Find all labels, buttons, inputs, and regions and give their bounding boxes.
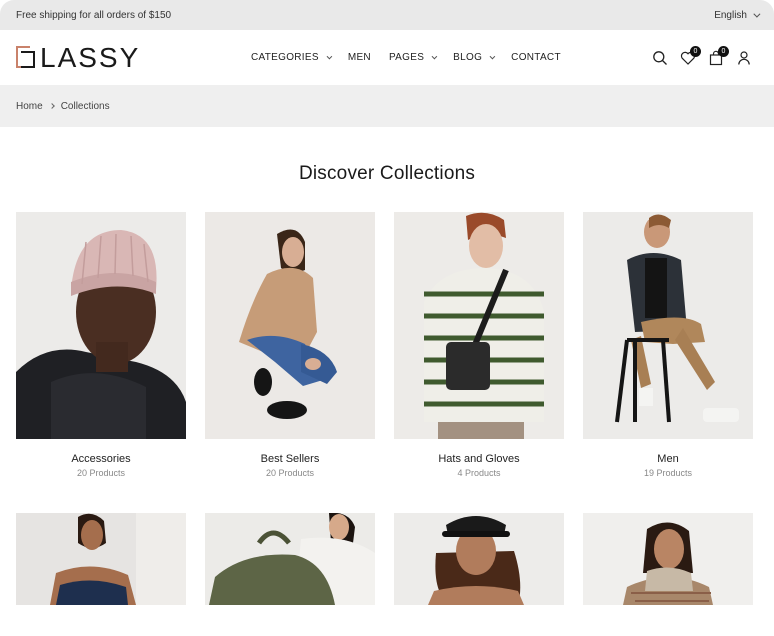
collection-name[interactable]: Men: [583, 453, 753, 465]
breadcrumb-current: Collections: [60, 100, 110, 112]
chevron-down-icon: [326, 53, 333, 59]
collection-card[interactable]: [205, 513, 375, 605]
nav-item-men[interactable]: MEN: [348, 52, 371, 63]
collection-image[interactable]: [583, 212, 753, 439]
breadcrumb: Home Collections: [0, 85, 774, 127]
collection-card[interactable]: [583, 513, 753, 605]
collection-count: 19 Products: [643, 468, 693, 478]
user-icon[interactable]: [736, 50, 752, 66]
language-selector[interactable]: English: [714, 9, 761, 21]
collection-image[interactable]: [394, 513, 564, 605]
collection-count: 4 Products: [457, 468, 501, 478]
collection-image[interactable]: [205, 513, 375, 605]
cart-count-badge: 0: [718, 45, 729, 57]
collection-card-best-sellers[interactable]: Best Sellers 20 Products: [205, 212, 375, 478]
logo[interactable]: LASSY: [16, 41, 141, 73]
logo-mark-icon: [16, 45, 38, 70]
collection-card-men[interactable]: Men 19 Products: [583, 212, 753, 478]
nav-label: BLOG: [453, 52, 483, 63]
collection-count: 20 Products: [76, 468, 126, 478]
collection-count: 20 Products: [265, 468, 315, 478]
search-icon[interactable]: [652, 50, 668, 66]
chevron-right-icon: [48, 103, 55, 109]
collection-card[interactable]: [394, 513, 564, 605]
collection-image[interactable]: [583, 513, 753, 605]
page-title: Discover Collections: [298, 163, 476, 184]
nav-label: CATEGORIES: [251, 52, 319, 63]
nav-item-categories[interactable]: CATEGORIES: [251, 52, 333, 63]
collection-card-accessories[interactable]: Accessories 20 Products: [16, 212, 186, 478]
nav-label: PAGES: [388, 52, 425, 63]
chevron-down-icon: [489, 53, 496, 59]
nav-item-blog[interactable]: BLOG: [453, 52, 496, 63]
collection-name[interactable]: Accessories: [16, 453, 186, 465]
logo-text: LASSY: [40, 41, 141, 73]
language-label: English: [714, 9, 747, 21]
main-nav: CATEGORIES MEN PAGES BLOG CONTACT: [251, 30, 561, 85]
collection-image[interactable]: [394, 212, 564, 439]
wishlist-count-badge: 0: [690, 45, 701, 57]
promo-bar: Free shipping for all orders of $150 Eng…: [0, 0, 774, 30]
wishlist-button[interactable]: 0: [680, 45, 701, 66]
collection-image[interactable]: [16, 513, 186, 605]
collection-image[interactable]: [16, 212, 186, 439]
site-header: LASSY CATEGORIES MEN PAGES BLOG CONTACT: [0, 30, 774, 85]
nav-label: MEN: [347, 52, 371, 63]
nav-label: CONTACT: [511, 52, 561, 63]
page: Free shipping for all orders of $150 Eng…: [0, 0, 774, 636]
cart-button[interactable]: 0: [708, 45, 729, 66]
nav-item-contact[interactable]: CONTACT: [511, 52, 561, 63]
collection-card-hats-and-gloves[interactable]: Hats and Gloves 4 Products: [394, 212, 564, 478]
chevron-down-icon: [431, 53, 438, 59]
chevron-down-icon: [753, 10, 761, 18]
nav-item-pages[interactable]: PAGES: [388, 52, 438, 63]
collection-name[interactable]: Best Sellers: [205, 453, 375, 465]
promo-text: Free shipping for all orders of $150: [16, 9, 172, 21]
collection-card[interactable]: [16, 513, 186, 605]
header-actions: 0 0: [652, 30, 752, 85]
breadcrumb-home-link[interactable]: Home: [16, 101, 43, 112]
collection-image[interactable]: [205, 212, 375, 439]
collection-name[interactable]: Hats and Gloves: [394, 453, 564, 465]
